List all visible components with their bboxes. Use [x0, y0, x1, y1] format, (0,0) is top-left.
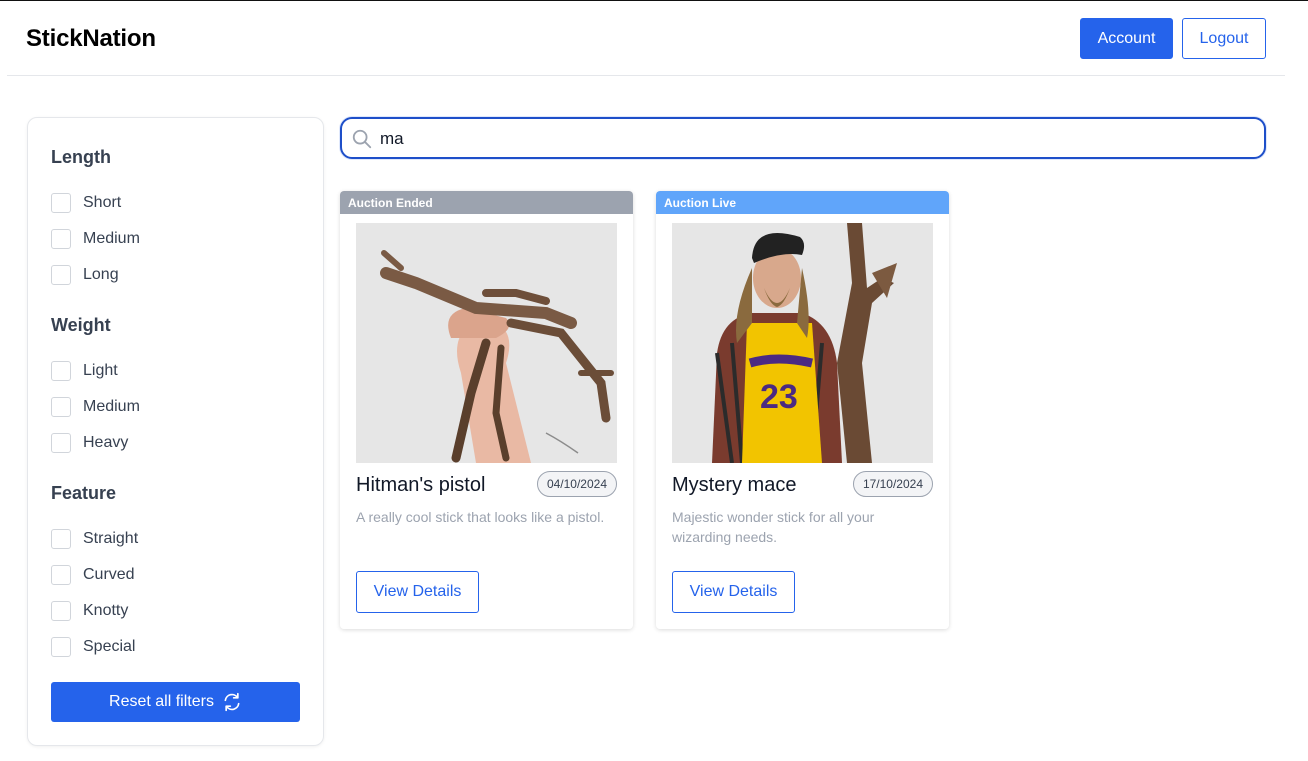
- brand-logo[interactable]: StickNation: [26, 25, 156, 53]
- checkbox[interactable]: [51, 433, 71, 453]
- checkbox[interactable]: [51, 265, 71, 285]
- view-details-button[interactable]: View Details: [356, 571, 479, 613]
- listing-card: Auction Live 23 Mystery mace 17/10/2024 …: [656, 191, 949, 629]
- checkbox[interactable]: [51, 361, 71, 381]
- filter-option-short[interactable]: Short: [51, 192, 121, 214]
- date-badge: 17/10/2024: [852, 471, 933, 497]
- search-icon: [352, 129, 372, 149]
- listing-title: Hitman's pistol: [356, 474, 486, 496]
- filter-sidebar: Length Short Medium Long Weight Light Me…: [27, 117, 324, 746]
- filter-option-knotty[interactable]: Knotty: [51, 600, 128, 622]
- stick-image[interactable]: 23: [672, 223, 933, 463]
- account-button[interactable]: Account: [1080, 18, 1173, 59]
- checkbox[interactable]: [51, 397, 71, 417]
- search-bar: [340, 117, 1266, 159]
- filter-group-title-feature: Feature: [51, 483, 117, 503]
- refresh-icon: [224, 692, 240, 712]
- filter-option-long[interactable]: Long: [51, 264, 119, 286]
- stick-image[interactable]: [356, 223, 617, 463]
- filter-option-curved[interactable]: Curved: [51, 564, 135, 586]
- reset-filters-label: Reset all filters: [109, 693, 214, 710]
- status-badge: Auction Live: [656, 191, 949, 214]
- svg-text:23: 23: [760, 378, 798, 416]
- checkbox[interactable]: [51, 229, 71, 249]
- filter-option-light[interactable]: Light: [51, 360, 118, 382]
- listing-card: Auction Ended Hitman's pistol 04/10/2024…: [340, 191, 633, 629]
- filter-option-medium-weight[interactable]: Medium: [51, 396, 140, 418]
- checkbox[interactable]: [51, 601, 71, 621]
- filter-group-title-weight: Weight: [51, 315, 111, 335]
- filter-option-special[interactable]: Special: [51, 636, 135, 658]
- filter-option-medium-length[interactable]: Medium: [51, 228, 140, 250]
- listing-title: Mystery mace: [672, 474, 797, 496]
- view-details-button[interactable]: View Details: [672, 571, 795, 613]
- top-header: StickNation Account Logout: [7, 1, 1285, 76]
- filter-option-heavy[interactable]: Heavy: [51, 432, 128, 454]
- filter-option-straight[interactable]: Straight: [51, 528, 138, 550]
- filter-group-title-length: Length: [51, 147, 111, 167]
- listing-description: Majestic wonder stick for all your wizar…: [672, 509, 875, 545]
- logout-button[interactable]: Logout: [1182, 18, 1266, 59]
- status-badge: Auction Ended: [340, 191, 633, 214]
- search-input[interactable]: [380, 127, 1240, 151]
- checkbox[interactable]: [51, 193, 71, 213]
- checkbox[interactable]: [51, 565, 71, 585]
- reset-filters-button[interactable]: Reset all filters: [51, 682, 300, 722]
- date-badge: 04/10/2024: [536, 471, 617, 497]
- checkbox[interactable]: [51, 529, 71, 549]
- listing-description: A really cool stick that looks like a pi…: [356, 509, 605, 525]
- checkbox[interactable]: [51, 637, 71, 657]
